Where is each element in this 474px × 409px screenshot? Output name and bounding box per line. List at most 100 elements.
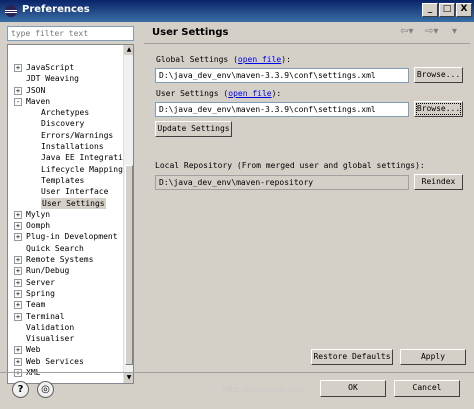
tree-item[interactable]: - Maven	[8, 96, 123, 107]
tree-item-label: Installations	[41, 142, 104, 152]
ok-button[interactable]: OK	[320, 380, 386, 397]
tree-item[interactable]: + JavaScript	[8, 62, 123, 73]
expand-icon[interactable]: +	[14, 346, 22, 355]
import-export-icon[interactable]: ◎	[37, 381, 54, 398]
tree-item[interactable]: + Terminal	[8, 311, 123, 322]
preference-tree[interactable]: + JavaScript JDT Weaving + JSON - Maven Archety…	[7, 44, 134, 384]
tree-item[interactable]: Java EE Integratio	[8, 152, 128, 163]
tree-item[interactable]: Lifecycle Mappings	[8, 164, 128, 175]
reindex-button[interactable]: Reindex	[414, 174, 463, 190]
tree-item[interactable]: + Web	[8, 344, 123, 355]
update-settings-button[interactable]: Update Settings	[155, 121, 232, 137]
expand-icon[interactable]: +	[14, 64, 22, 72]
expand-icon[interactable]: +	[14, 289, 22, 298]
expand-icon[interactable]: +	[14, 86, 22, 95]
tree-item-label: Terminal	[26, 311, 65, 321]
local-repository-field[interactable]: D:\java_dev_env\maven-repository	[155, 175, 409, 190]
apply-button[interactable]: Apply	[400, 349, 466, 365]
tree-item[interactable]: Discovery	[8, 118, 123, 129]
tree-item[interactable]: + Web Services	[8, 356, 123, 367]
tree-item[interactable]: Errors/Warnings	[8, 130, 123, 141]
window-title-bar[interactable]: Preferences _ □ X	[0, 0, 474, 22]
tree-item[interactable]: + Mylyn	[8, 209, 123, 220]
tree-item-label: Web	[26, 345, 41, 355]
user-open-file-link[interactable]: open file	[228, 89, 271, 98]
tree-item-label: Spring	[26, 288, 55, 298]
scroll-up-arrow-icon[interactable]: ▲	[124, 45, 133, 55]
tree-item[interactable]: + Remote Systems	[8, 254, 123, 265]
tree-item-label: Visualiser	[26, 334, 75, 344]
expand-icon[interactable]: +	[14, 210, 22, 219]
preferences-navigation: +JavaScriptJDT Weaving+JSON-MavenArchety…	[4, 22, 134, 384]
expand-icon[interactable]: +	[14, 357, 22, 366]
page-header: User Settings ⇦▾ ⇨▾ ▾	[144, 22, 470, 44]
expand-icon[interactable]: +	[14, 312, 22, 321]
tree-item[interactable]: + Team	[8, 299, 123, 310]
scroll-thumb[interactable]	[125, 165, 133, 365]
tree-item-label: Run/Debug	[26, 266, 70, 276]
eclipse-app-icon	[5, 5, 17, 17]
help-icon[interactable]: ?	[12, 381, 29, 398]
back-arrow-icon[interactable]: ⇦▾	[400, 26, 413, 37]
tree-item[interactable]: + Server	[8, 277, 123, 288]
tree-item[interactable]: Visualiser	[8, 333, 123, 344]
tree-item-label: Lifecycle Mappings	[41, 164, 128, 174]
close-button[interactable]: X	[456, 3, 472, 17]
tree-item[interactable]: User Interface	[8, 186, 123, 197]
tree-item-label: User Settings	[41, 197, 106, 209]
tree-item[interactable]: + Run/Debug	[8, 265, 123, 276]
restore-defaults-button[interactable]: Restore Defaults	[311, 349, 393, 365]
tree-item-label: Team	[26, 300, 46, 310]
user-settings-suffix: ):	[271, 89, 282, 98]
minimize-button[interactable]: _	[422, 3, 438, 17]
expand-icon[interactable]: +	[14, 301, 22, 310]
view-menu-icon[interactable]: ▾	[452, 26, 457, 37]
user-settings-field[interactable]: D:\java_dev_env\maven-3.3.9\conf\setting…	[155, 102, 409, 117]
tree-item-label: Validation	[26, 322, 75, 332]
tree-item-label: Errors/Warnings	[41, 130, 114, 140]
tree-item-label: Web Services	[26, 356, 84, 366]
tree-item-label: Quick Search	[26, 243, 84, 253]
watermark-text: http://blog.csdn.net/...	[222, 385, 312, 394]
window-title: Preferences	[22, 4, 90, 15]
expand-icon[interactable]: +	[14, 233, 22, 242]
page-title: User Settings	[152, 27, 229, 38]
tree-item[interactable]: Archetypes	[8, 107, 123, 118]
tree-item[interactable]: + Spring	[8, 288, 123, 299]
tree-item-label: Remote Systems	[26, 255, 94, 265]
user-settings-text: User Settings (	[156, 89, 229, 98]
expand-icon[interactable]: +	[14, 256, 22, 265]
tree-item-label: Maven	[26, 96, 51, 106]
tree-item[interactable]: Quick Search	[8, 243, 123, 254]
tree-scrollbar[interactable]: ▲ ▼	[123, 45, 133, 383]
tree-item[interactable]: + JSON	[8, 85, 123, 96]
tree-item[interactable]: User Settings	[8, 197, 123, 209]
preference-page: User Settings ⇦▾ ⇨▾ ▾ Global Settings (o…	[144, 22, 470, 365]
global-settings-suffix: ):	[281, 55, 291, 64]
tree-item-label: Discovery	[41, 119, 85, 129]
tree-item-label: Mylyn	[26, 209, 51, 219]
expand-icon[interactable]: +	[14, 278, 22, 287]
tree-item[interactable]: JDT Weaving	[8, 73, 123, 84]
tree-item-label: Server	[26, 277, 55, 287]
collapse-icon[interactable]: -	[14, 97, 22, 106]
dialog-button-bar: ? ◎ http://blog.csdn.net/... OK Cancel	[0, 372, 474, 409]
global-open-file-link[interactable]: open file	[238, 55, 281, 64]
tree-item-label: JSON	[26, 85, 46, 95]
maximize-button[interactable]: □	[439, 3, 455, 17]
user-browse-button[interactable]: Browse...	[414, 101, 463, 117]
cancel-button[interactable]: Cancel	[394, 380, 460, 397]
tree-item[interactable]: Validation	[8, 322, 123, 333]
tree-item[interactable]: + Plug-in Development	[8, 231, 123, 242]
tree-item[interactable]: Installations	[8, 141, 123, 152]
tree-item[interactable]: + Oomph	[8, 220, 123, 231]
expand-icon[interactable]: +	[14, 267, 22, 276]
tree-item[interactable]: Templates	[8, 175, 123, 186]
forward-arrow-icon[interactable]: ⇨▾	[425, 26, 438, 37]
tree-item-label: Oomph	[26, 221, 51, 231]
expand-icon[interactable]: +	[14, 222, 22, 231]
global-settings-field[interactable]: D:\java_dev_env\maven-3.3.9\conf\setting…	[155, 68, 409, 83]
filter-input[interactable]	[8, 27, 133, 40]
global-browse-button[interactable]: Browse...	[414, 67, 463, 83]
tree-item-label: Templates	[41, 175, 85, 185]
